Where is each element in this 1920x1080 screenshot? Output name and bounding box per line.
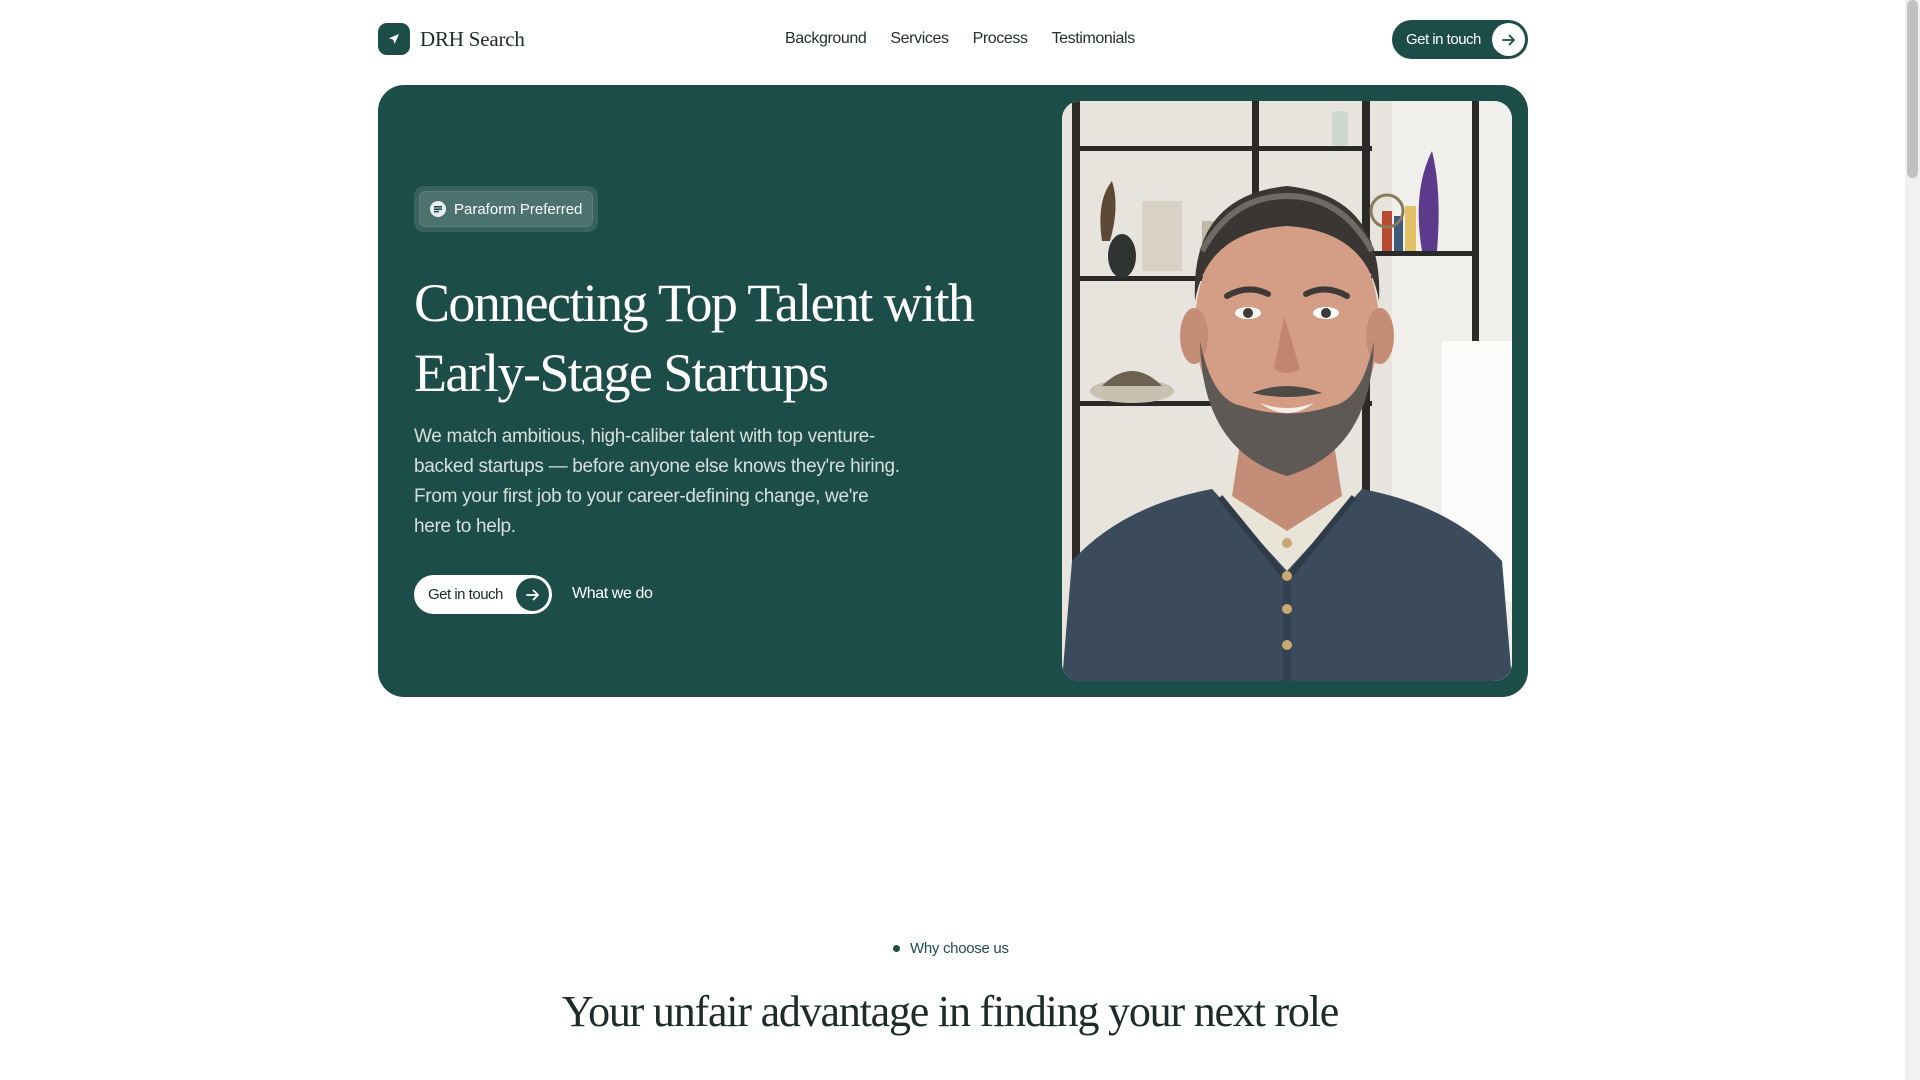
- paper-plane-icon: [378, 23, 410, 55]
- hero-title-line-2: Early-Stage Startups: [414, 343, 829, 403]
- founder-portrait-image: [1062, 101, 1512, 681]
- hero-cta-label: Get in touch: [428, 586, 503, 603]
- nav-link-testimonials[interactable]: Testimonials: [1052, 30, 1136, 48]
- hero-section: Paraform Preferred Connecting Top Talent…: [378, 85, 1528, 697]
- page: DRH Search Background Services Process T…: [0, 0, 1920, 1080]
- arrow-right-icon: [516, 578, 549, 611]
- scrollbar-thumb[interactable]: [1907, 0, 1918, 178]
- hero-title: Connecting Top Talent with Early-Stage S…: [414, 268, 1014, 408]
- brand-name: DRH Search: [420, 26, 525, 51]
- badge-inner: Paraform Preferred: [419, 191, 593, 227]
- paraform-logo-icon: [430, 201, 446, 217]
- header-cta-label: Get in touch: [1406, 31, 1481, 48]
- why-section-title: Your unfair advantage in finding your ne…: [561, 987, 1339, 1036]
- page-scrollbar[interactable]: [1905, 0, 1920, 1080]
- brand-logo[interactable]: DRH Search: [378, 23, 525, 55]
- hero-description: We match ambitious, high-caliber talent …: [414, 426, 900, 537]
- nav-links: Background Services Process Testimonials: [785, 30, 1135, 48]
- arrow-right-icon: [1492, 23, 1525, 56]
- nav-link-background[interactable]: Background: [785, 30, 867, 48]
- bullet-dot-icon: [893, 945, 900, 952]
- paraform-badge: Paraform Preferred: [414, 186, 598, 232]
- header-get-in-touch-button[interactable]: Get in touch: [1392, 20, 1528, 59]
- why-choose-us-label: Why choose us: [910, 940, 1009, 957]
- hero-title-line-1: Connecting Top Talent with: [414, 273, 975, 333]
- what-we-do-link[interactable]: What we do: [572, 585, 653, 603]
- hero-get-in-touch-button[interactable]: Get in touch: [414, 575, 552, 614]
- badge-label: Paraform Preferred: [454, 200, 583, 218]
- nav-link-services[interactable]: Services: [890, 30, 949, 48]
- nav-link-process[interactable]: Process: [973, 30, 1028, 48]
- top-navigation: DRH Search Background Services Process T…: [378, 20, 1528, 60]
- why-choose-us-tag: Why choose us: [893, 940, 1009, 957]
